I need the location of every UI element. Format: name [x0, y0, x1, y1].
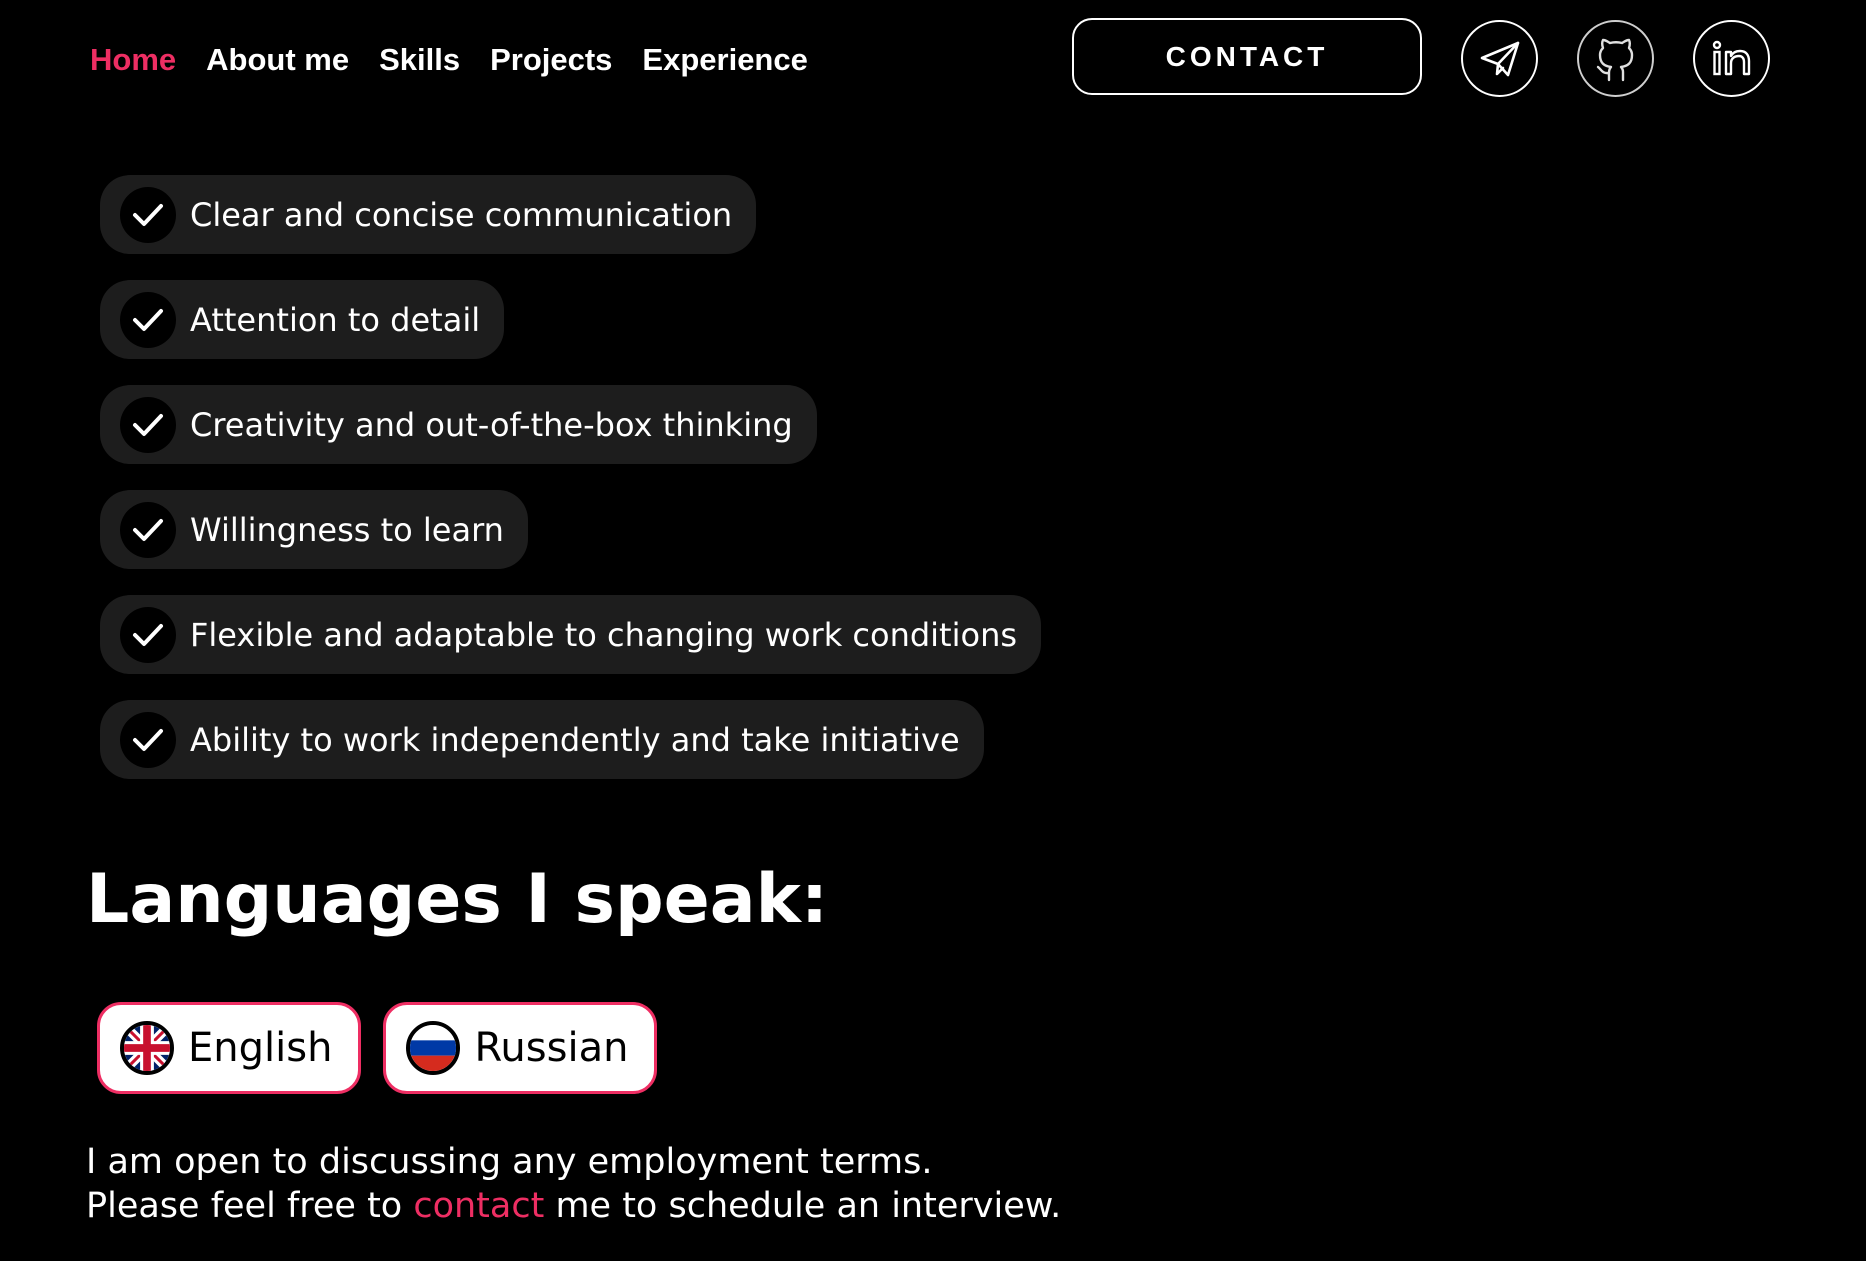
language-label: English [188, 1025, 333, 1071]
check-icon [120, 711, 176, 768]
skill-label: Willingness to learn [190, 510, 504, 549]
telegram-link[interactable] [1461, 20, 1538, 97]
outro-line-2-start: Please feel free to [86, 1186, 414, 1226]
contact-button[interactable]: CONTACT [1072, 18, 1422, 95]
linkedin-link[interactable] [1693, 20, 1770, 97]
soft-skills-list: Clear and concise communication Attentio… [100, 175, 1042, 805]
language-english[interactable]: English [97, 1002, 362, 1094]
skill-item: Willingness to learn [100, 490, 528, 569]
nav-skills[interactable]: Skills [379, 36, 460, 84]
skill-item: Clear and concise communication [100, 175, 757, 254]
site-header: Home About me Skills Projects Experience… [0, 0, 1866, 120]
outro-text: I am open to discussing any employment t… [86, 1140, 1061, 1228]
outro-line-2-end: me to schedule an interview. [544, 1186, 1062, 1226]
skill-item: Ability to work independently and take i… [100, 700, 984, 779]
skill-label: Ability to work independently and take i… [190, 720, 960, 759]
nav-home[interactable]: Home [90, 36, 176, 84]
language-label: Russian [474, 1025, 629, 1071]
check-icon [120, 396, 176, 453]
check-icon [120, 291, 176, 348]
nav-about-me[interactable]: About me [206, 36, 349, 84]
outro-line-2: Please feel free to contact me to schedu… [86, 1184, 1061, 1228]
skill-label: Attention to detail [190, 300, 481, 339]
linkedin-icon [1712, 40, 1750, 75]
skill-item: Attention to detail [100, 280, 505, 359]
languages-title: Languages I speak: [86, 860, 829, 939]
check-icon [120, 606, 176, 663]
uk-flag-icon [120, 1021, 174, 1075]
check-icon [120, 501, 176, 558]
skill-item: Flexible and adaptable to changing work … [100, 595, 1042, 674]
skill-label: Creativity and out-of-the-box thinking [190, 405, 793, 444]
contact-link[interactable]: contact [413, 1186, 544, 1226]
languages-list: English Russian [97, 1002, 658, 1094]
check-icon [120, 186, 176, 243]
skill-label: Flexible and adaptable to changing work … [190, 615, 1018, 654]
telegram-icon [1480, 41, 1519, 76]
nav-projects[interactable]: Projects [490, 36, 612, 84]
nav-experience[interactable]: Experience [642, 36, 807, 84]
russia-flag-icon [406, 1021, 461, 1075]
skill-label: Clear and concise communication [190, 195, 733, 234]
github-link[interactable] [1577, 20, 1654, 97]
language-russian[interactable]: Russian [383, 1002, 658, 1094]
main-nav: Home About me Skills Projects Experience [90, 36, 808, 84]
outro-line-1: I am open to discussing any employment t… [86, 1142, 933, 1182]
github-icon [1596, 38, 1633, 81]
skill-item: Creativity and out-of-the-box thinking [100, 385, 817, 464]
